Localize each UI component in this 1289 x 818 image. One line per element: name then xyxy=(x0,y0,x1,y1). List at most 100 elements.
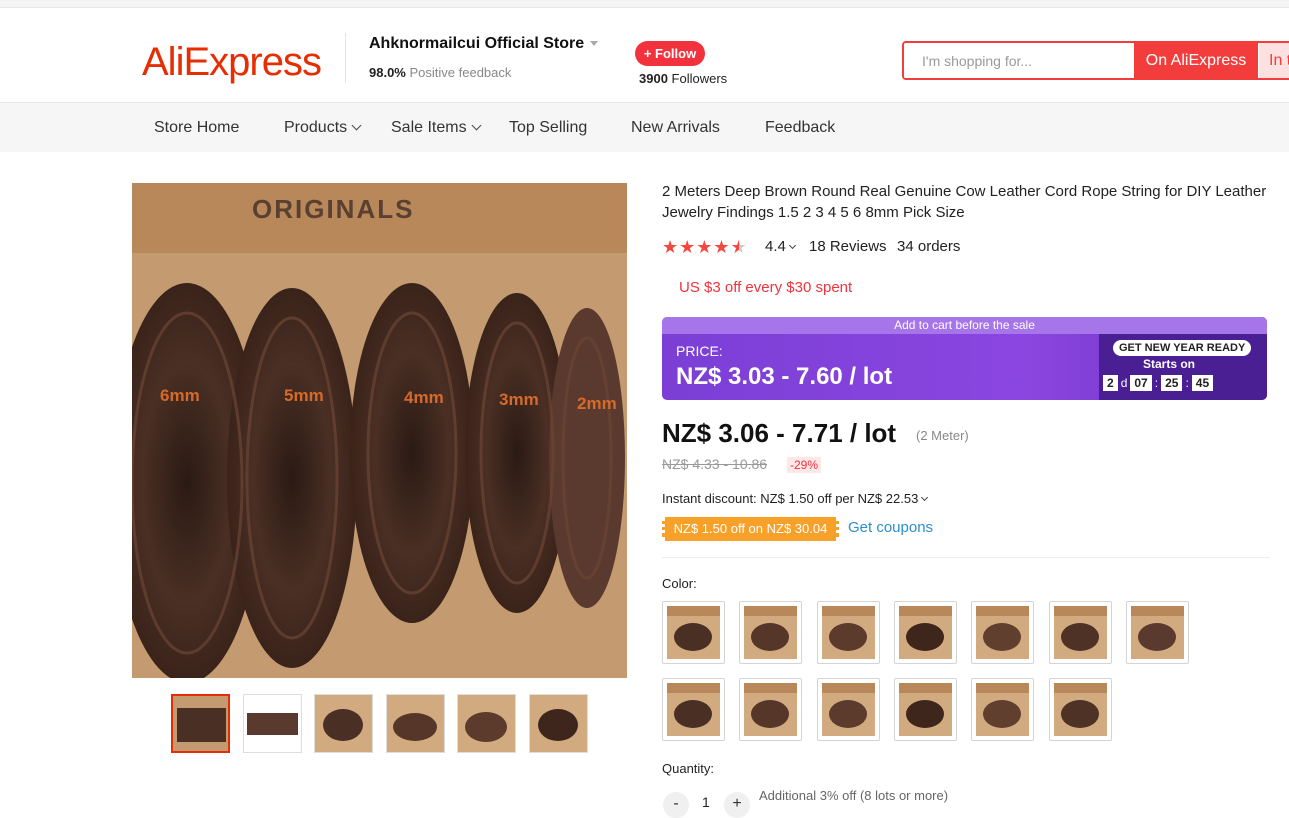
quantity-input[interactable]: 1 xyxy=(702,794,710,810)
nav-products[interactable]: Products xyxy=(284,103,362,152)
store-dropdown-icon[interactable] xyxy=(590,41,598,46)
quantity-label: Quantity: xyxy=(662,761,715,776)
reviews-link[interactable]: 18 Reviews xyxy=(809,238,887,255)
color-swatch[interactable] xyxy=(816,601,880,664)
gallery-thumbnail[interactable] xyxy=(314,694,373,753)
nav-label: Feedback xyxy=(765,119,836,136)
swatch-image xyxy=(821,683,875,736)
starts-on-label: Starts on xyxy=(1142,357,1195,371)
star-icon: ★ xyxy=(662,237,679,257)
color-swatch[interactable] xyxy=(971,601,1035,664)
gallery-thumbnail[interactable] xyxy=(243,694,302,753)
sale-banner: Add to cart before the sale PRICE: NZ$ 3… xyxy=(662,317,1267,400)
gallery-thumbnail[interactable] xyxy=(386,694,445,753)
product-title: 2 Meters Deep Brown Round Real Genuine C… xyxy=(662,183,1267,221)
star-icon: ★ xyxy=(696,237,713,257)
search-input[interactable] xyxy=(904,43,1134,78)
divider xyxy=(662,557,1270,558)
nav-new-arrivals[interactable]: New Arrivals xyxy=(631,103,720,152)
gallery-thumbnail[interactable] xyxy=(171,694,230,753)
size-label: 2mm xyxy=(577,394,617,413)
half-star-icon: ★ xyxy=(730,237,747,257)
thumbnail-image xyxy=(173,696,228,751)
nav-label: Products xyxy=(284,119,348,136)
store-feedback: 98.0% Positive feedback xyxy=(369,65,511,80)
star-icon: ★ xyxy=(713,237,730,257)
feedback-percent: 98.0% xyxy=(369,65,406,80)
color-swatch[interactable] xyxy=(1048,678,1112,741)
nav-top-selling[interactable]: Top Selling xyxy=(509,103,587,152)
swatch-image xyxy=(898,606,952,659)
thumbnail-image xyxy=(387,695,444,752)
color-swatch[interactable] xyxy=(893,678,957,741)
color-swatch[interactable] xyxy=(1125,601,1189,664)
store-promotion[interactable]: US $3 off every $30 spent xyxy=(679,279,852,296)
quantity-plus-button[interactable]: + xyxy=(724,792,750,818)
swatch-image xyxy=(898,683,952,736)
countdown-hours: 07 xyxy=(1130,375,1152,391)
rating-value[interactable]: 4.4 xyxy=(765,238,796,255)
nav-sale-items[interactable]: Sale Items xyxy=(391,103,482,152)
color-label: Color: xyxy=(662,576,697,591)
swatch-image xyxy=(1130,606,1184,659)
orders-count: 34 orders xyxy=(897,238,961,255)
color-swatch[interactable] xyxy=(893,601,957,664)
instant-discount-text: Instant discount: NZ$ 1.50 off per NZ$ 2… xyxy=(662,491,919,506)
main-product-image[interactable]: ORIGINALS 6mm 5mm 4mm 3mm 2mm xyxy=(132,183,627,678)
sale-price-label: PRICE: xyxy=(676,343,723,359)
color-swatch[interactable] xyxy=(816,678,880,741)
search-aliexpress-button[interactable]: On AliExpress xyxy=(1134,43,1258,78)
countdown-separator: : xyxy=(1154,376,1159,390)
size-label: 6mm xyxy=(160,386,200,405)
star-rating: ★ ★ ★ ★ ★ xyxy=(662,238,747,256)
countdown-seconds: 45 xyxy=(1191,375,1214,391)
gallery-thumbnail[interactable] xyxy=(529,694,588,753)
search-store-button[interactable]: In this store xyxy=(1259,43,1289,78)
color-swatch[interactable] xyxy=(662,678,725,741)
chevron-down-icon xyxy=(788,241,796,250)
top-strip xyxy=(0,0,1289,8)
aliexpress-logo[interactable]: AliExpress xyxy=(142,40,322,85)
follow-button[interactable]: + Follow xyxy=(635,41,705,66)
star-icon: ★ xyxy=(679,237,696,257)
swatch-image xyxy=(744,606,798,659)
store-nav: Store Home Products Sale Items Top Selli… xyxy=(0,103,1289,152)
coupon-tag[interactable]: NZ$ 1.50 off on NZ$ 30.04 xyxy=(662,517,839,541)
thumbnail-image xyxy=(458,695,515,752)
followers-label: Followers xyxy=(671,71,728,86)
color-swatch[interactable] xyxy=(662,601,725,664)
followers-number: 3900 xyxy=(639,71,668,86)
size-label: 3mm xyxy=(499,390,539,409)
rating-number: 4.4 xyxy=(765,238,786,255)
color-swatch[interactable] xyxy=(1048,601,1112,664)
sale-price: NZ$ 3.03 - 7.60 / lot xyxy=(676,363,893,390)
current-price: NZ$ 3.06 - 7.71 / lot xyxy=(662,418,897,448)
nav-label: New Arrivals xyxy=(631,119,720,136)
event-badge: GET NEW YEAR READY xyxy=(1113,340,1252,356)
sale-countdown-panel: GET NEW YEAR READY Starts on 2 d 07 : 25… xyxy=(1099,334,1267,400)
countdown-day-unit: d xyxy=(1120,376,1128,390)
countdown-days: 2 xyxy=(1103,375,1118,391)
feedback-label: Positive feedback xyxy=(409,65,512,80)
gallery-thumbnail[interactable] xyxy=(457,694,516,753)
color-swatch[interactable] xyxy=(739,601,803,664)
nav-label: Top Selling xyxy=(509,119,588,136)
bulk-discount-note: Additional 3% off (8 lots or more) xyxy=(759,788,949,803)
quantity-minus-button[interactable]: - xyxy=(663,792,689,818)
nav-store-home[interactable]: Store Home xyxy=(154,103,239,152)
header-divider xyxy=(345,33,346,83)
color-swatch[interactable] xyxy=(971,678,1035,741)
discount-badge: -29% xyxy=(787,457,822,473)
size-label: 5mm xyxy=(284,386,324,405)
store-name[interactable]: Ahknormailcui Official Store xyxy=(369,35,584,53)
swatch-image xyxy=(744,683,798,736)
sale-notice: Add to cart before the sale xyxy=(662,317,1267,334)
swatch-image xyxy=(976,606,1030,659)
nav-feedback[interactable]: Feedback xyxy=(765,103,835,152)
swatch-image xyxy=(1053,606,1107,659)
original-price: NZ$ 4.33 - 10.86 xyxy=(662,456,768,472)
instant-discount[interactable]: Instant discount: NZ$ 1.50 off per NZ$ 2… xyxy=(662,491,929,506)
followers-count: 3900 Followers xyxy=(639,71,727,86)
color-swatch[interactable] xyxy=(739,678,803,741)
get-coupons-link[interactable]: Get coupons xyxy=(848,519,933,536)
